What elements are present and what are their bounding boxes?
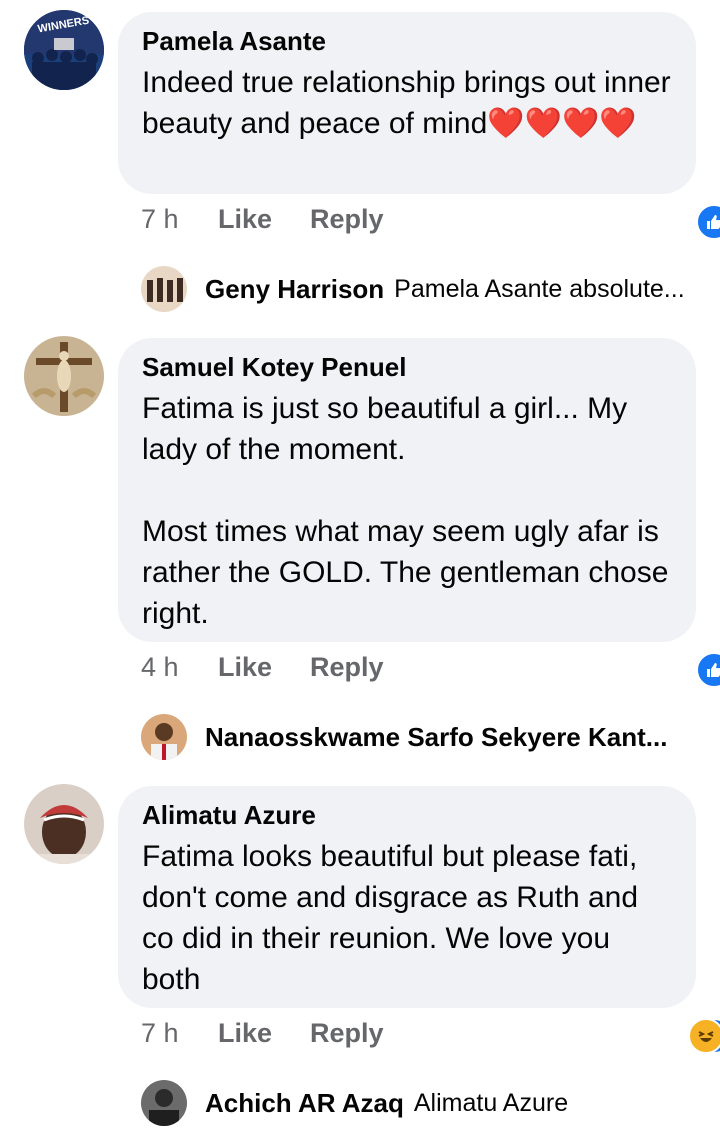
avatar[interactable]	[141, 714, 187, 760]
avatar[interactable]	[24, 784, 104, 864]
timestamp[interactable]: 7 h	[141, 1018, 179, 1049]
comment-bubble: Samuel Kotey Penuel Fatima is just so be…	[118, 338, 696, 642]
reply-author[interactable]: Nanaosskwame Sarfo Sekyere Kant...	[205, 722, 667, 753]
comment-author[interactable]: Alimatu Azure	[142, 800, 672, 830]
reply-author[interactable]: Achich AR Azaq	[205, 1088, 404, 1119]
comment-text: Indeed true relationship brings out inne…	[142, 66, 680, 140]
comment-text: Fatima is just so beautiful a girl... My…	[142, 392, 669, 630]
like-button[interactable]: Like	[218, 1018, 272, 1049]
comment-actions: 7 h Like Reply 11	[141, 202, 720, 242]
reply-author[interactable]: Geny Harrison	[205, 274, 384, 305]
reply-button[interactable]: Reply	[310, 1018, 384, 1049]
comment-bubble: Pamela Asante Indeed true relationship b…	[118, 12, 696, 194]
reply-preview-text: Alimatu Azure	[413, 1088, 569, 1117]
like-button[interactable]: Like	[218, 652, 272, 683]
avatar[interactable]	[141, 266, 187, 312]
comment-actions: 7 h Like Reply 38	[141, 1016, 720, 1056]
team-photo-icon: WINNERS	[24, 10, 104, 90]
profile-photo-icon	[24, 784, 104, 864]
timestamp[interactable]: 4 h	[141, 652, 179, 683]
comment-text: Fatima looks beautiful but please fati, …	[142, 840, 647, 996]
reply-button[interactable]: Reply	[310, 652, 384, 683]
reply-preview[interactable]: Nanaosskwame Sarfo Sekyere Kant...	[141, 712, 701, 762]
timestamp[interactable]: 7 h	[141, 204, 179, 235]
comment-bubble: Alimatu Azure Fatima looks beautiful but…	[118, 786, 696, 1008]
reply-preview-text: Pamela Asante absolute...	[394, 274, 685, 303]
comment-author[interactable]: Pamela Asante	[142, 26, 672, 56]
like-button[interactable]: Like	[218, 204, 272, 235]
reply-button[interactable]: Reply	[310, 204, 384, 235]
comment-author[interactable]: Samuel Kotey Penuel	[142, 352, 672, 382]
reply-preview[interactable]: Achich AR Azaq Alimatu Azure	[141, 1078, 701, 1128]
reply-preview[interactable]: Geny Harrison Pamela Asante absolute...	[141, 264, 701, 314]
haha-emoji-icon	[688, 1018, 720, 1054]
avatar[interactable]: WINNERS	[24, 10, 104, 90]
avatar[interactable]	[24, 336, 104, 416]
comment-actions: 4 h Like Reply 1	[141, 650, 720, 690]
avatar[interactable]	[141, 1080, 187, 1126]
crucifix-image-icon	[24, 336, 104, 416]
